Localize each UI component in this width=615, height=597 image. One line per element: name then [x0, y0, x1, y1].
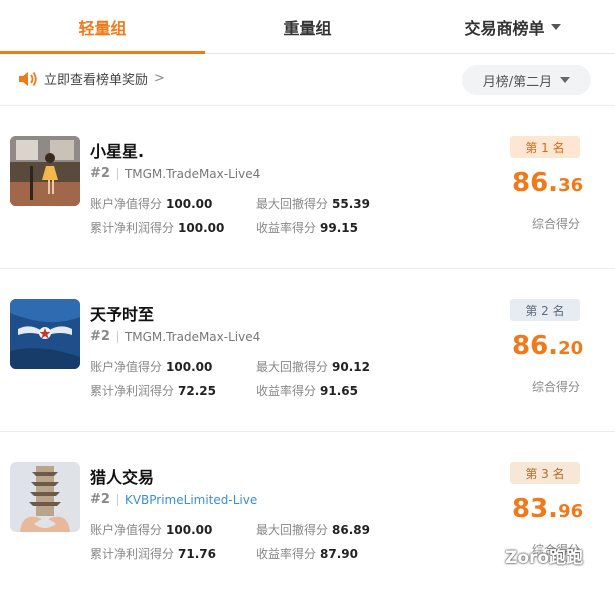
stat-net-value: 账户净值得分 100.00	[90, 358, 212, 375]
divider	[116, 167, 118, 180]
trader-name: 猎人交易	[90, 468, 155, 487]
stat-label: 最大回撤得分	[256, 197, 329, 211]
watermark-text: Zoro跑跑	[505, 548, 584, 568]
score-integer: 86.	[512, 168, 559, 198]
score-integer: 86.	[512, 331, 559, 361]
tab-label: 重量组	[283, 18, 332, 38]
stat-profit: 累计净利润得分 71.76	[90, 545, 216, 562]
ranking-card[interactable]: 猎人交易 #2 KVBPrimeLimited-Live 账户净值得分 100.0…	[0, 432, 615, 595]
account-info: #2 TMGM.TradeMax-Live4	[90, 166, 260, 181]
watermark: Zoro跑跑	[483, 543, 583, 568]
stat-yield: 收益率得分 91.65	[256, 382, 358, 399]
tab-label: 交易商榜单	[464, 18, 545, 38]
stat-label: 账户净值得分	[90, 523, 163, 537]
tab-label: 轻量组	[78, 18, 127, 38]
stat-value: 72.25	[178, 384, 216, 398]
stat-value: 100.00	[166, 523, 213, 537]
stat-label: 累计净利润得分	[90, 547, 175, 561]
reward-notice-text: 立即查看榜单奖励	[44, 73, 149, 88]
group-number: #2	[90, 492, 110, 507]
stat-profit: 累计净利润得分 72.25	[90, 382, 216, 399]
caret-down-icon	[560, 77, 571, 83]
period-label: 月榜/第二月	[482, 74, 553, 90]
trader-name: 天予时至	[90, 305, 155, 324]
stat-value: 99.15	[320, 221, 358, 235]
stat-label: 收益率得分	[256, 547, 317, 561]
stat-label: 收益率得分	[256, 221, 317, 235]
ranking-card[interactable]: 小星星. #2 TMGM.TradeMax-Live4 账户净值得分 100.00…	[0, 106, 615, 269]
speaker-icon	[19, 71, 37, 86]
stat-value: 86.89	[332, 523, 370, 537]
total-score: 86.36	[512, 168, 583, 198]
stat-net-value: 账户净值得分 100.00	[90, 195, 212, 212]
stat-value: 90.12	[332, 360, 370, 374]
score-decimal: 96	[558, 501, 584, 522]
tab-heavy-group[interactable]: 重量组	[205, 0, 410, 53]
stat-net-value: 账户净值得分 100.00	[90, 521, 212, 538]
total-score: 86.20	[512, 331, 583, 361]
rank-badge: 第 3 名	[510, 462, 580, 484]
stat-value: 91.65	[320, 384, 358, 398]
total-score: 83.96	[512, 494, 583, 524]
stat-value: 100.00	[178, 221, 225, 235]
score-label: 综合得分	[532, 217, 581, 231]
reward-notice-link[interactable]: 立即查看榜单奖励 >	[18, 69, 165, 88]
stat-label: 账户净值得分	[90, 197, 163, 211]
score-decimal: 36	[558, 175, 584, 196]
ranking-card[interactable]: 天予时至 #2 TMGM.TradeMax-Live4 账户净值得分 100.00…	[0, 269, 615, 432]
group-number: #2	[90, 329, 110, 344]
sub-bar: 立即查看榜单奖励 > 月榜/第二月	[0, 54, 615, 106]
group-tabs: 轻量组 重量组 交易商榜单	[0, 0, 615, 54]
account-server: TMGM.TradeMax-Live4	[124, 329, 261, 344]
stat-label: 账户净值得分	[90, 360, 163, 374]
rank-badge: 第 2 名	[510, 299, 580, 321]
stat-value: 71.76	[178, 547, 216, 561]
stat-label: 收益率得分	[256, 384, 317, 398]
stat-value: 100.00	[166, 360, 213, 374]
avatar	[10, 136, 80, 206]
rank-badge: 第 1 名	[510, 136, 580, 158]
account-server-link[interactable]: KVBPrimeLimited-Live	[125, 493, 257, 507]
group-number: #2	[90, 166, 110, 181]
stat-label: 最大回撤得分	[256, 523, 329, 537]
stat-drawdown: 最大回撤得分 90.12	[256, 358, 370, 375]
stat-value: 55.39	[332, 197, 370, 211]
stat-label: 累计净利润得分	[90, 221, 175, 235]
account-server: TMGM.TradeMax-Live4	[124, 166, 261, 181]
stat-drawdown: 最大回撤得分 55.39	[256, 195, 370, 212]
score-integer: 83.	[512, 494, 559, 524]
avatar	[10, 299, 80, 369]
tab-light-group[interactable]: 轻量组	[0, 0, 205, 54]
divider	[116, 493, 118, 506]
trader-name: 小星星.	[90, 142, 145, 161]
period-selector[interactable]: 月榜/第二月	[462, 65, 591, 95]
stat-label: 累计净利润得分	[90, 384, 175, 398]
chevron-right-icon: >	[154, 71, 165, 86]
divider	[116, 330, 118, 343]
stat-label: 最大回撤得分	[256, 360, 329, 374]
stat-value: 100.00	[166, 197, 213, 211]
account-info: #2 TMGM.TradeMax-Live4	[90, 329, 260, 344]
avatar	[10, 462, 80, 532]
stat-profit: 累计净利润得分 100.00	[90, 219, 224, 236]
stat-yield: 收益率得分 99.15	[256, 219, 358, 236]
stat-value: 87.90	[320, 547, 358, 561]
stat-drawdown: 最大回撤得分 86.89	[256, 521, 370, 538]
account-info: #2 KVBPrimeLimited-Live	[90, 492, 257, 507]
caret-down-icon	[550, 23, 561, 30]
tab-broker-ranking[interactable]: 交易商榜单	[410, 0, 615, 53]
score-label: 综合得分	[532, 380, 581, 394]
weibo-logo-icon	[484, 546, 502, 565]
score-decimal: 20	[558, 338, 584, 359]
stat-yield: 收益率得分 87.90	[256, 545, 358, 562]
